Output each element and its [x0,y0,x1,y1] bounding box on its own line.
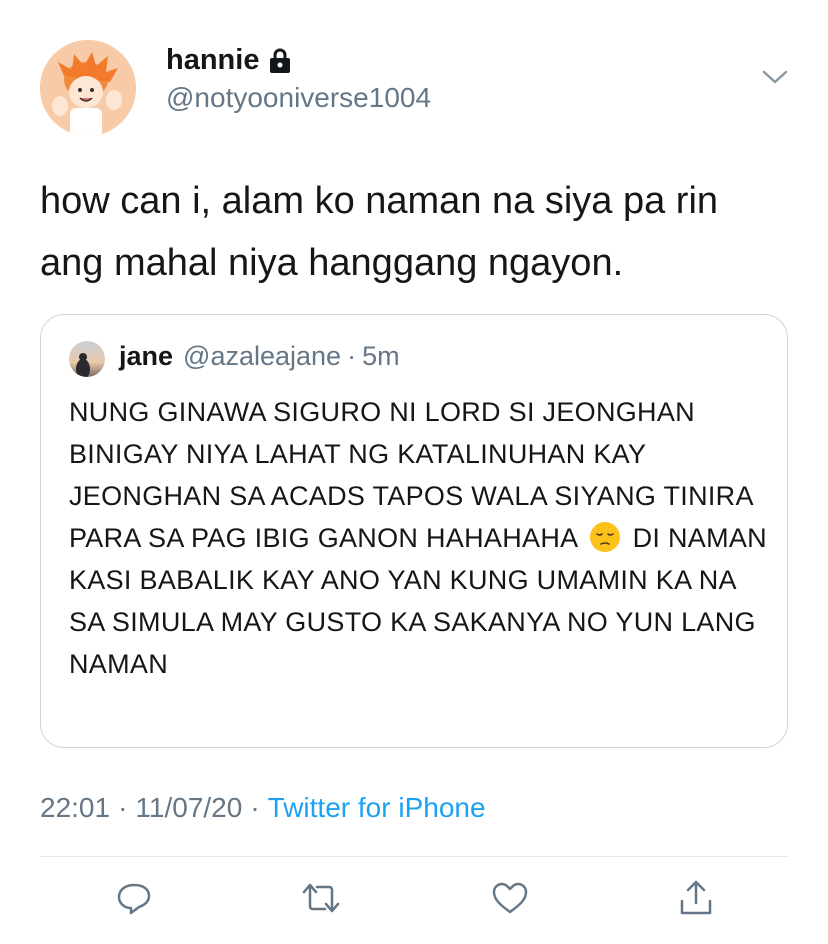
lock-icon [267,47,293,75]
avatar-illustration [40,40,136,136]
tweet-source-link[interactable]: Twitter for iPhone [268,792,486,824]
quote-timestamp: 5m [362,341,400,371]
display-name[interactable]: hannie [166,44,259,77]
chevron-down-icon[interactable] [762,68,788,86]
quote-separator: · [347,341,357,371]
like-button[interactable] [490,878,530,918]
share-icon [680,880,712,915]
quote-header: jane @azaleajane · 5m [119,341,400,372]
retweet-button[interactable] [301,878,341,918]
meta-separator: · [118,792,128,823]
meta-separator: · [250,792,260,823]
tweet-time: 22:01 [40,792,111,823]
pensive-face-emoji [589,521,621,553]
display-name-row[interactable]: hannie [166,44,293,77]
divider [40,856,788,857]
share-button[interactable] [676,878,716,918]
quote-handle: @azaleajane [183,341,342,371]
avatar[interactable] [40,40,136,136]
reply-button[interactable] [114,878,154,918]
retweet-icon [302,883,340,913]
heart-icon [492,882,528,914]
tweet-date: 11/07/20 [135,792,243,823]
quote-text: NUNG GINAWA SIGURO NI LORD SI JEONGHAN B… [69,391,769,685]
tweet-text: how can i, alam ko naman na siya pa rin … [40,180,719,284]
quote-display-name: jane [119,341,174,371]
user-handle[interactable]: @notyooniverse1004 [166,82,431,114]
action-bar [0,878,828,918]
quoted-tweet-card[interactable]: jane @azaleajane · 5m NUNG GINAWA SIGURO… [40,314,788,748]
tweet-meta: 22:01 · 11/07/20 · Twitter for iPhone [40,792,486,824]
reply-icon [117,883,151,915]
quote-avatar [69,341,105,377]
